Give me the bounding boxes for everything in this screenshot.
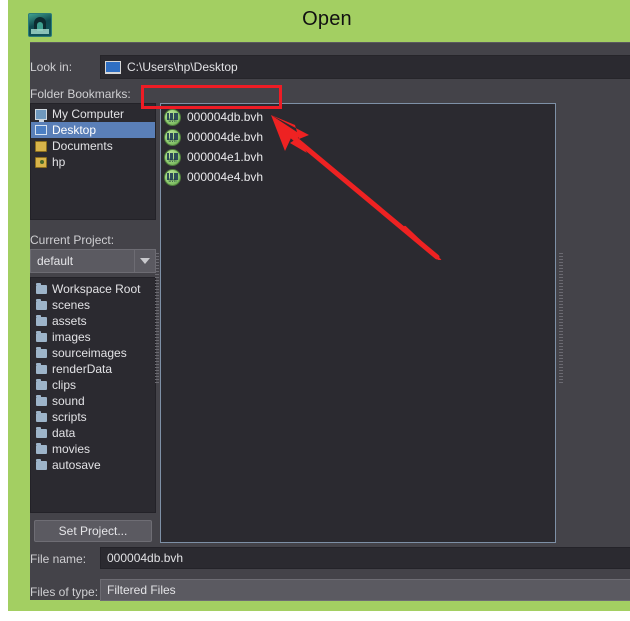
file-list-view[interactable]: 000004db.bvh 000004de.bvh 000004e1.bvh 0… [160, 103, 556, 543]
bvh-file-icon [164, 108, 181, 126]
folder-bookmarks-list[interactable]: My Computer Desktop Documents hp [30, 103, 156, 220]
set-project-button[interactable]: Set Project... [34, 520, 152, 542]
file-name-label: 000004e1.bvh [187, 150, 264, 164]
folder-bookmarks-label: Folder Bookmarks: [30, 87, 131, 101]
project-folder-list[interactable]: Workspace Root scenes assets images sour… [30, 277, 156, 513]
current-project-label: Current Project: [30, 233, 115, 247]
folder-icon [36, 458, 47, 470]
folder-icon [36, 410, 47, 422]
list-item-label: images [52, 330, 91, 344]
screenshot-root: Open Look in: C:\Users\hp\Desktop Folder… [0, 0, 630, 621]
list-item[interactable]: assets [31, 313, 155, 329]
list-item-label: sound [52, 394, 85, 408]
list-item-label: hp [52, 155, 66, 169]
list-item[interactable]: My Computer [31, 106, 155, 122]
folder-icon [36, 394, 47, 406]
files-of-type-label: Files of type: [30, 585, 99, 599]
list-item[interactable]: Documents [31, 138, 155, 154]
list-item-label: sourceimages [52, 346, 127, 360]
list-item[interactable]: images [31, 329, 155, 345]
desktop-monitor-icon [105, 60, 121, 74]
list-item[interactable]: scenes [31, 297, 155, 313]
file-name-label: 000004e4.bvh [187, 170, 264, 184]
list-item[interactable]: data [31, 425, 155, 441]
list-item-label: data [52, 426, 76, 440]
folder-icon [36, 298, 47, 310]
list-item-label: Workspace Root [52, 282, 141, 296]
file-name-label: 000004db.bvh [187, 110, 264, 124]
list-item-label: Documents [52, 139, 113, 153]
computer-icon [35, 108, 47, 122]
open-dialog-window: Open Look in: C:\Users\hp\Desktop Folder… [8, 0, 630, 611]
list-item[interactable]: 000004e1.bvh [161, 147, 555, 167]
list-item[interactable]: Workspace Root [31, 281, 155, 297]
current-project-dropdown[interactable]: default [30, 249, 156, 273]
list-item-label: assets [52, 314, 87, 328]
list-item[interactable]: 000004de.bvh [161, 127, 555, 147]
list-item[interactable]: sourceimages [31, 345, 155, 361]
list-item[interactable]: renderData [31, 361, 155, 377]
list-item-label: clips [52, 378, 77, 392]
file-name-field-label: File name: [30, 552, 87, 566]
list-item[interactable]: Desktop [31, 122, 155, 138]
folder-icon [36, 362, 47, 374]
list-item[interactable]: scripts [31, 409, 155, 425]
page-left-margin [0, 0, 8, 621]
list-item[interactable]: sound [31, 393, 155, 409]
file-name-input[interactable]: 000004db.bvh [100, 547, 630, 569]
list-item[interactable]: clips [31, 377, 155, 393]
bvh-file-icon [164, 128, 181, 146]
desktop-icon [35, 125, 47, 135]
folder-icon [36, 346, 47, 358]
folder-icon [36, 282, 47, 294]
look-in-path-field[interactable]: C:\Users\hp\Desktop [100, 55, 630, 79]
list-item-label: autosave [52, 458, 101, 472]
file-name-label: 000004de.bvh [187, 130, 264, 144]
list-item[interactable]: autosave [31, 457, 155, 473]
page-bottom-margin [0, 611, 630, 621]
user-folder-icon [35, 156, 47, 168]
list-item-label: Desktop [52, 123, 97, 137]
folder-icon [36, 426, 47, 438]
list-item[interactable]: 000004db.bvh [161, 107, 555, 127]
list-item-label: renderData [52, 362, 113, 376]
page-title: Open [302, 8, 352, 30]
dialog-body: Look in: C:\Users\hp\Desktop Folder Book… [30, 42, 630, 601]
list-item[interactable]: movies [31, 441, 155, 457]
look-in-path-value: C:\Users\hp\Desktop [127, 60, 238, 74]
list-item-label: movies [52, 442, 91, 456]
current-project-value: default [37, 254, 74, 268]
folder-icon [36, 442, 47, 454]
list-item-label: scripts [52, 410, 87, 424]
folder-icon [36, 314, 47, 326]
bvh-file-icon [164, 168, 181, 186]
list-item[interactable]: 000004e4.bvh [161, 167, 555, 187]
folder-icon [35, 140, 47, 152]
files-of-type-dropdown[interactable]: Filtered Files [100, 579, 630, 601]
right-splitter-handle[interactable] [558, 103, 564, 543]
list-item-label: My Computer [52, 107, 125, 121]
folder-icon [36, 378, 47, 390]
list-item[interactable]: hp [31, 154, 155, 170]
bvh-file-icon [164, 148, 181, 166]
look-in-label: Look in: [30, 60, 73, 74]
title-bar: Open [16, 4, 630, 40]
list-item-label: scenes [52, 298, 91, 312]
folder-icon [36, 330, 47, 342]
chevron-down-icon[interactable] [134, 250, 155, 272]
